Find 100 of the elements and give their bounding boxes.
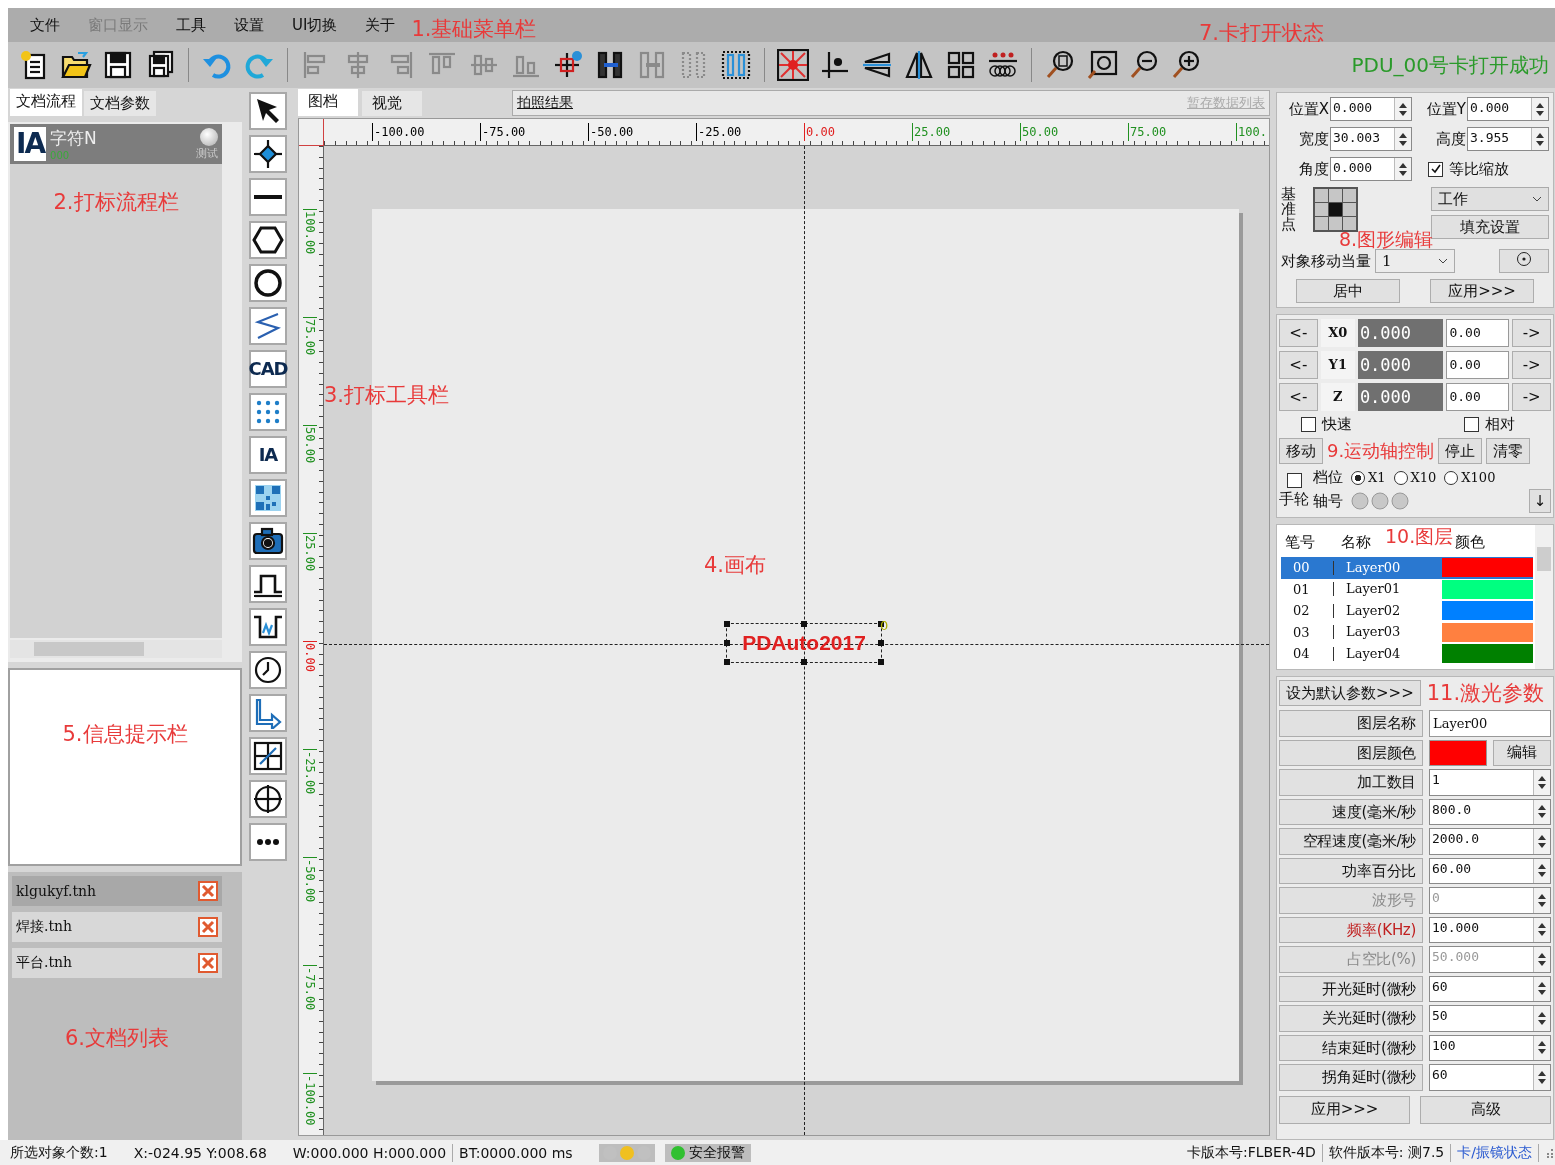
horizontal-scrollbar[interactable] xyxy=(10,640,222,658)
column-header: 名称 xyxy=(1341,532,1372,552)
menu-item[interactable]: 设置 xyxy=(220,15,278,35)
number-spinner[interactable]: 60 xyxy=(1429,1064,1551,1091)
menu-item[interactable]: 关于 xyxy=(351,15,410,35)
target-button[interactable] xyxy=(1499,249,1549,273)
zoom-out-icon[interactable] xyxy=(1128,49,1160,81)
annotation-label: 4.画布 xyxy=(704,552,767,579)
layer-row[interactable]: 00 Layer00 xyxy=(1281,557,1533,579)
document-item[interactable]: klgukyf.tnh xyxy=(12,876,222,906)
layer-row[interactable]: 01 Layer01 xyxy=(1281,578,1533,600)
step-field[interactable]: 0.00 xyxy=(1446,351,1510,379)
jog-left-button[interactable]: <- xyxy=(1279,319,1318,347)
number-spinner[interactable]: 0.000 xyxy=(1330,97,1412,121)
action-button[interactable]: 高级 xyxy=(1420,1095,1551,1124)
action-button[interactable]: 居中 xyxy=(1296,279,1400,303)
color-swatch[interactable] xyxy=(1429,739,1487,766)
annotation-label: 1.基础菜单栏 xyxy=(411,16,537,43)
action-button[interactable]: 应用>>> xyxy=(1430,279,1534,303)
save-icon[interactable] xyxy=(102,49,134,81)
ruler-label: -75.00 xyxy=(303,965,317,1011)
number-spinner[interactable]: 0.000 xyxy=(1467,97,1549,121)
down-button[interactable]: ↓ xyxy=(1529,489,1551,513)
step-field[interactable]: 0.00 xyxy=(1446,383,1510,411)
parameter-label: 频率(KHz) xyxy=(1279,916,1423,943)
ruler-label: 25.00 xyxy=(912,123,951,141)
tab[interactable]: 视觉 xyxy=(362,91,422,116)
step-field[interactable]: 0.00 xyxy=(1446,319,1510,347)
jog-left-button[interactable]: <- xyxy=(1279,351,1318,379)
status-link[interactable]: 卡/振镜状态 xyxy=(1457,1143,1532,1162)
menu-item[interactable]: 工具 xyxy=(162,15,220,35)
number-spinner[interactable]: 1 xyxy=(1429,769,1551,796)
tab[interactable]: 文档参数 xyxy=(84,91,156,116)
zero-button[interactable]: 清零 xyxy=(1486,438,1531,464)
base-point-selector[interactable] xyxy=(1313,187,1358,232)
fill-settings-button[interactable]: 填充设置 xyxy=(1431,215,1549,239)
vertical-scrollbar[interactable] xyxy=(1535,525,1553,669)
checkbox[interactable] xyxy=(1286,472,1302,488)
parameter-label: 开光延时(微秒 xyxy=(1279,975,1423,1002)
parameter-label: 图层名称 xyxy=(1279,710,1423,737)
checkbox[interactable] xyxy=(1428,161,1443,177)
number-spinner[interactable]: 50 xyxy=(1429,1005,1551,1032)
number-spinner[interactable]: 3.955 xyxy=(1467,127,1549,151)
number-spinner[interactable]: 10.000 xyxy=(1429,916,1551,943)
open-folder-icon[interactable] xyxy=(60,49,92,81)
number-spinner[interactable]: 800.0 xyxy=(1429,798,1551,825)
menu-item[interactable]: 文件 xyxy=(16,15,74,35)
number-spinner[interactable]: 30.003 xyxy=(1330,127,1412,151)
ruler-label: 100.00 xyxy=(303,209,317,255)
document-item[interactable]: 焊接.tnh xyxy=(12,912,222,942)
action-button[interactable]: 应用>>> xyxy=(1279,1095,1410,1124)
ruler-label: 25.00 xyxy=(303,533,317,572)
status-text: 卡版本号:FLBER-4D xyxy=(1186,1143,1316,1162)
jog-right-button[interactable]: -> xyxy=(1512,383,1551,411)
number-spinner[interactable]: 60.00 xyxy=(1429,857,1551,884)
tab[interactable]: 文档流程 xyxy=(10,89,82,116)
annotation-label: 10.图层 xyxy=(1385,525,1454,549)
mode-dropdown[interactable]: 工作 xyxy=(1431,187,1549,211)
jog-left-button[interactable]: <- xyxy=(1279,383,1318,411)
number-spinner[interactable]: 2000.0 xyxy=(1429,828,1551,855)
text-field[interactable]: Layer00 xyxy=(1429,710,1551,737)
number-spinner[interactable]: 0.000 xyxy=(1330,157,1412,181)
zoom-frame-icon[interactable] xyxy=(1086,49,1118,81)
radio-button[interactable]: X100 xyxy=(1444,470,1496,485)
photo-result-link[interactable]: 拍照结果 xyxy=(517,94,573,112)
set-default-button[interactable]: 设为默认参数>>> xyxy=(1279,680,1421,706)
distribute-selected-icon[interactable] xyxy=(720,49,752,81)
close-icon[interactable] xyxy=(198,881,218,901)
tool-button[interactable]: CAD xyxy=(249,350,287,388)
grid-icon[interactable] xyxy=(945,49,977,81)
checkbox[interactable] xyxy=(1464,417,1479,432)
jog-right-button[interactable]: -> xyxy=(1512,351,1551,379)
perpendicular-icon[interactable] xyxy=(819,49,851,81)
axis-label: Z xyxy=(1320,383,1355,411)
edit-button[interactable]: 编辑 xyxy=(1493,739,1551,766)
close-icon[interactable] xyxy=(198,917,218,937)
tool-button[interactable]: IA xyxy=(249,436,287,474)
ruler-label: 0.00 xyxy=(303,641,317,672)
move-button[interactable]: 移动 xyxy=(1279,438,1323,464)
radio-button[interactable]: X10 xyxy=(1393,470,1437,485)
chevron-down-icon xyxy=(1532,196,1542,202)
stop-button[interactable]: 停止 xyxy=(1438,438,1483,464)
close-icon[interactable] xyxy=(198,953,218,973)
tab[interactable]: 图档 xyxy=(298,89,358,116)
zoom-page-icon[interactable] xyxy=(1044,49,1076,81)
number-spinner[interactable]: 100 xyxy=(1429,1034,1551,1061)
laser-star-icon[interactable] xyxy=(777,49,809,81)
layer-row[interactable]: 04 Layer04 xyxy=(1281,643,1533,665)
text-object[interactable]: PDAuto2017 xyxy=(726,623,882,663)
mirror-vertical-icon[interactable] xyxy=(903,49,935,81)
jog-right-button[interactable]: -> xyxy=(1512,319,1551,347)
document-item[interactable]: 平台.tnh xyxy=(12,948,222,978)
layer-row[interactable]: 02 Layer02 xyxy=(1281,600,1533,622)
menu-item[interactable]: UI切换 xyxy=(278,15,352,35)
step-dropdown[interactable]: 1 xyxy=(1375,249,1455,273)
checkbox[interactable] xyxy=(1301,417,1316,432)
zoom-in-icon[interactable] xyxy=(1170,49,1202,81)
layer-row[interactable]: 03 Layer03 xyxy=(1281,621,1533,643)
radio-button[interactable]: X1 xyxy=(1351,470,1386,485)
number-spinner[interactable]: 60 xyxy=(1429,975,1551,1002)
